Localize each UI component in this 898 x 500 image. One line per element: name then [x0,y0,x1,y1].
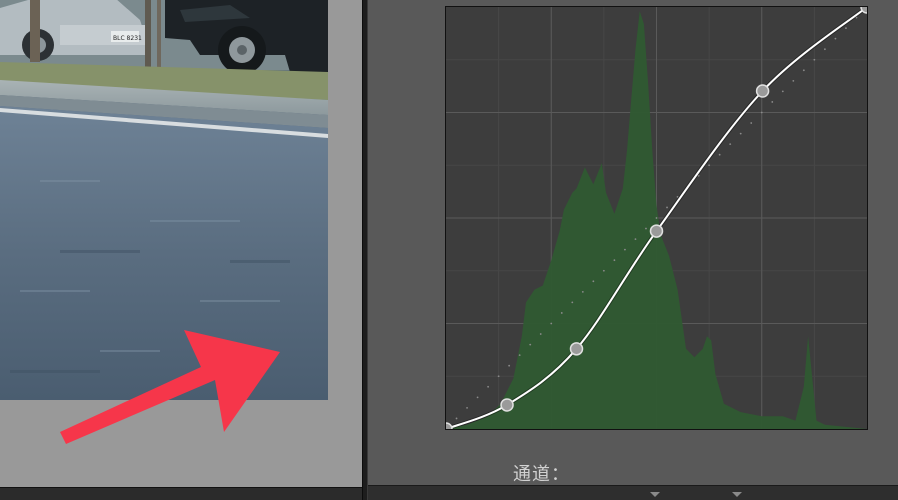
annotation-arrow [60,330,280,444]
